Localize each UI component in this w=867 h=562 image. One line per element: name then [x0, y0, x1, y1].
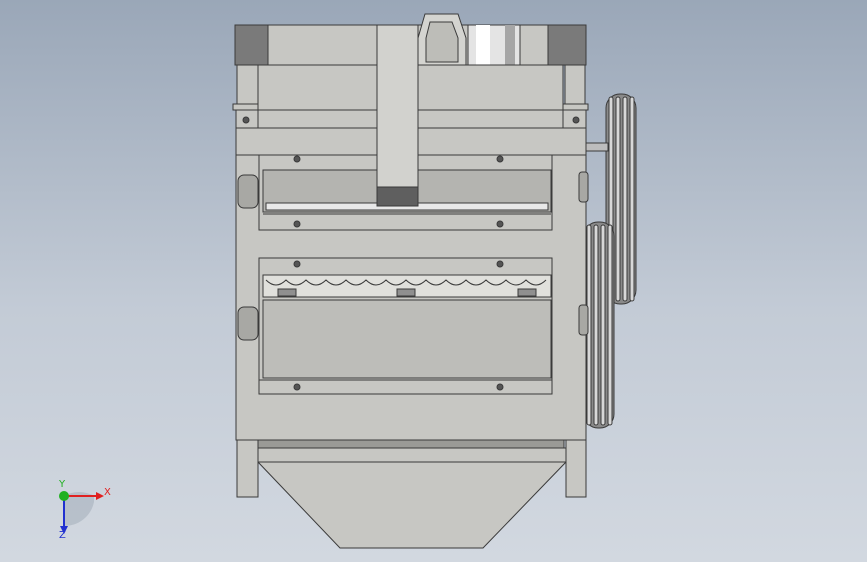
- coordinate-triad: X Y Z: [44, 479, 124, 548]
- lower-roller-box: [258, 257, 553, 395]
- center-column: [376, 24, 419, 207]
- machine-model[interactable]: [0, 0, 867, 562]
- axis-label-y: Y: [59, 479, 66, 490]
- axis-label-x: X: [104, 487, 111, 498]
- axis-label-z: Z: [59, 530, 66, 541]
- pulley-shaft: [583, 142, 609, 152]
- coordinate-triad-icon: [59, 491, 104, 534]
- discharge-hopper: [257, 447, 567, 549]
- graphics-viewport[interactable]: X Y Z: [0, 0, 867, 562]
- origin-sphere-icon: [59, 491, 69, 501]
